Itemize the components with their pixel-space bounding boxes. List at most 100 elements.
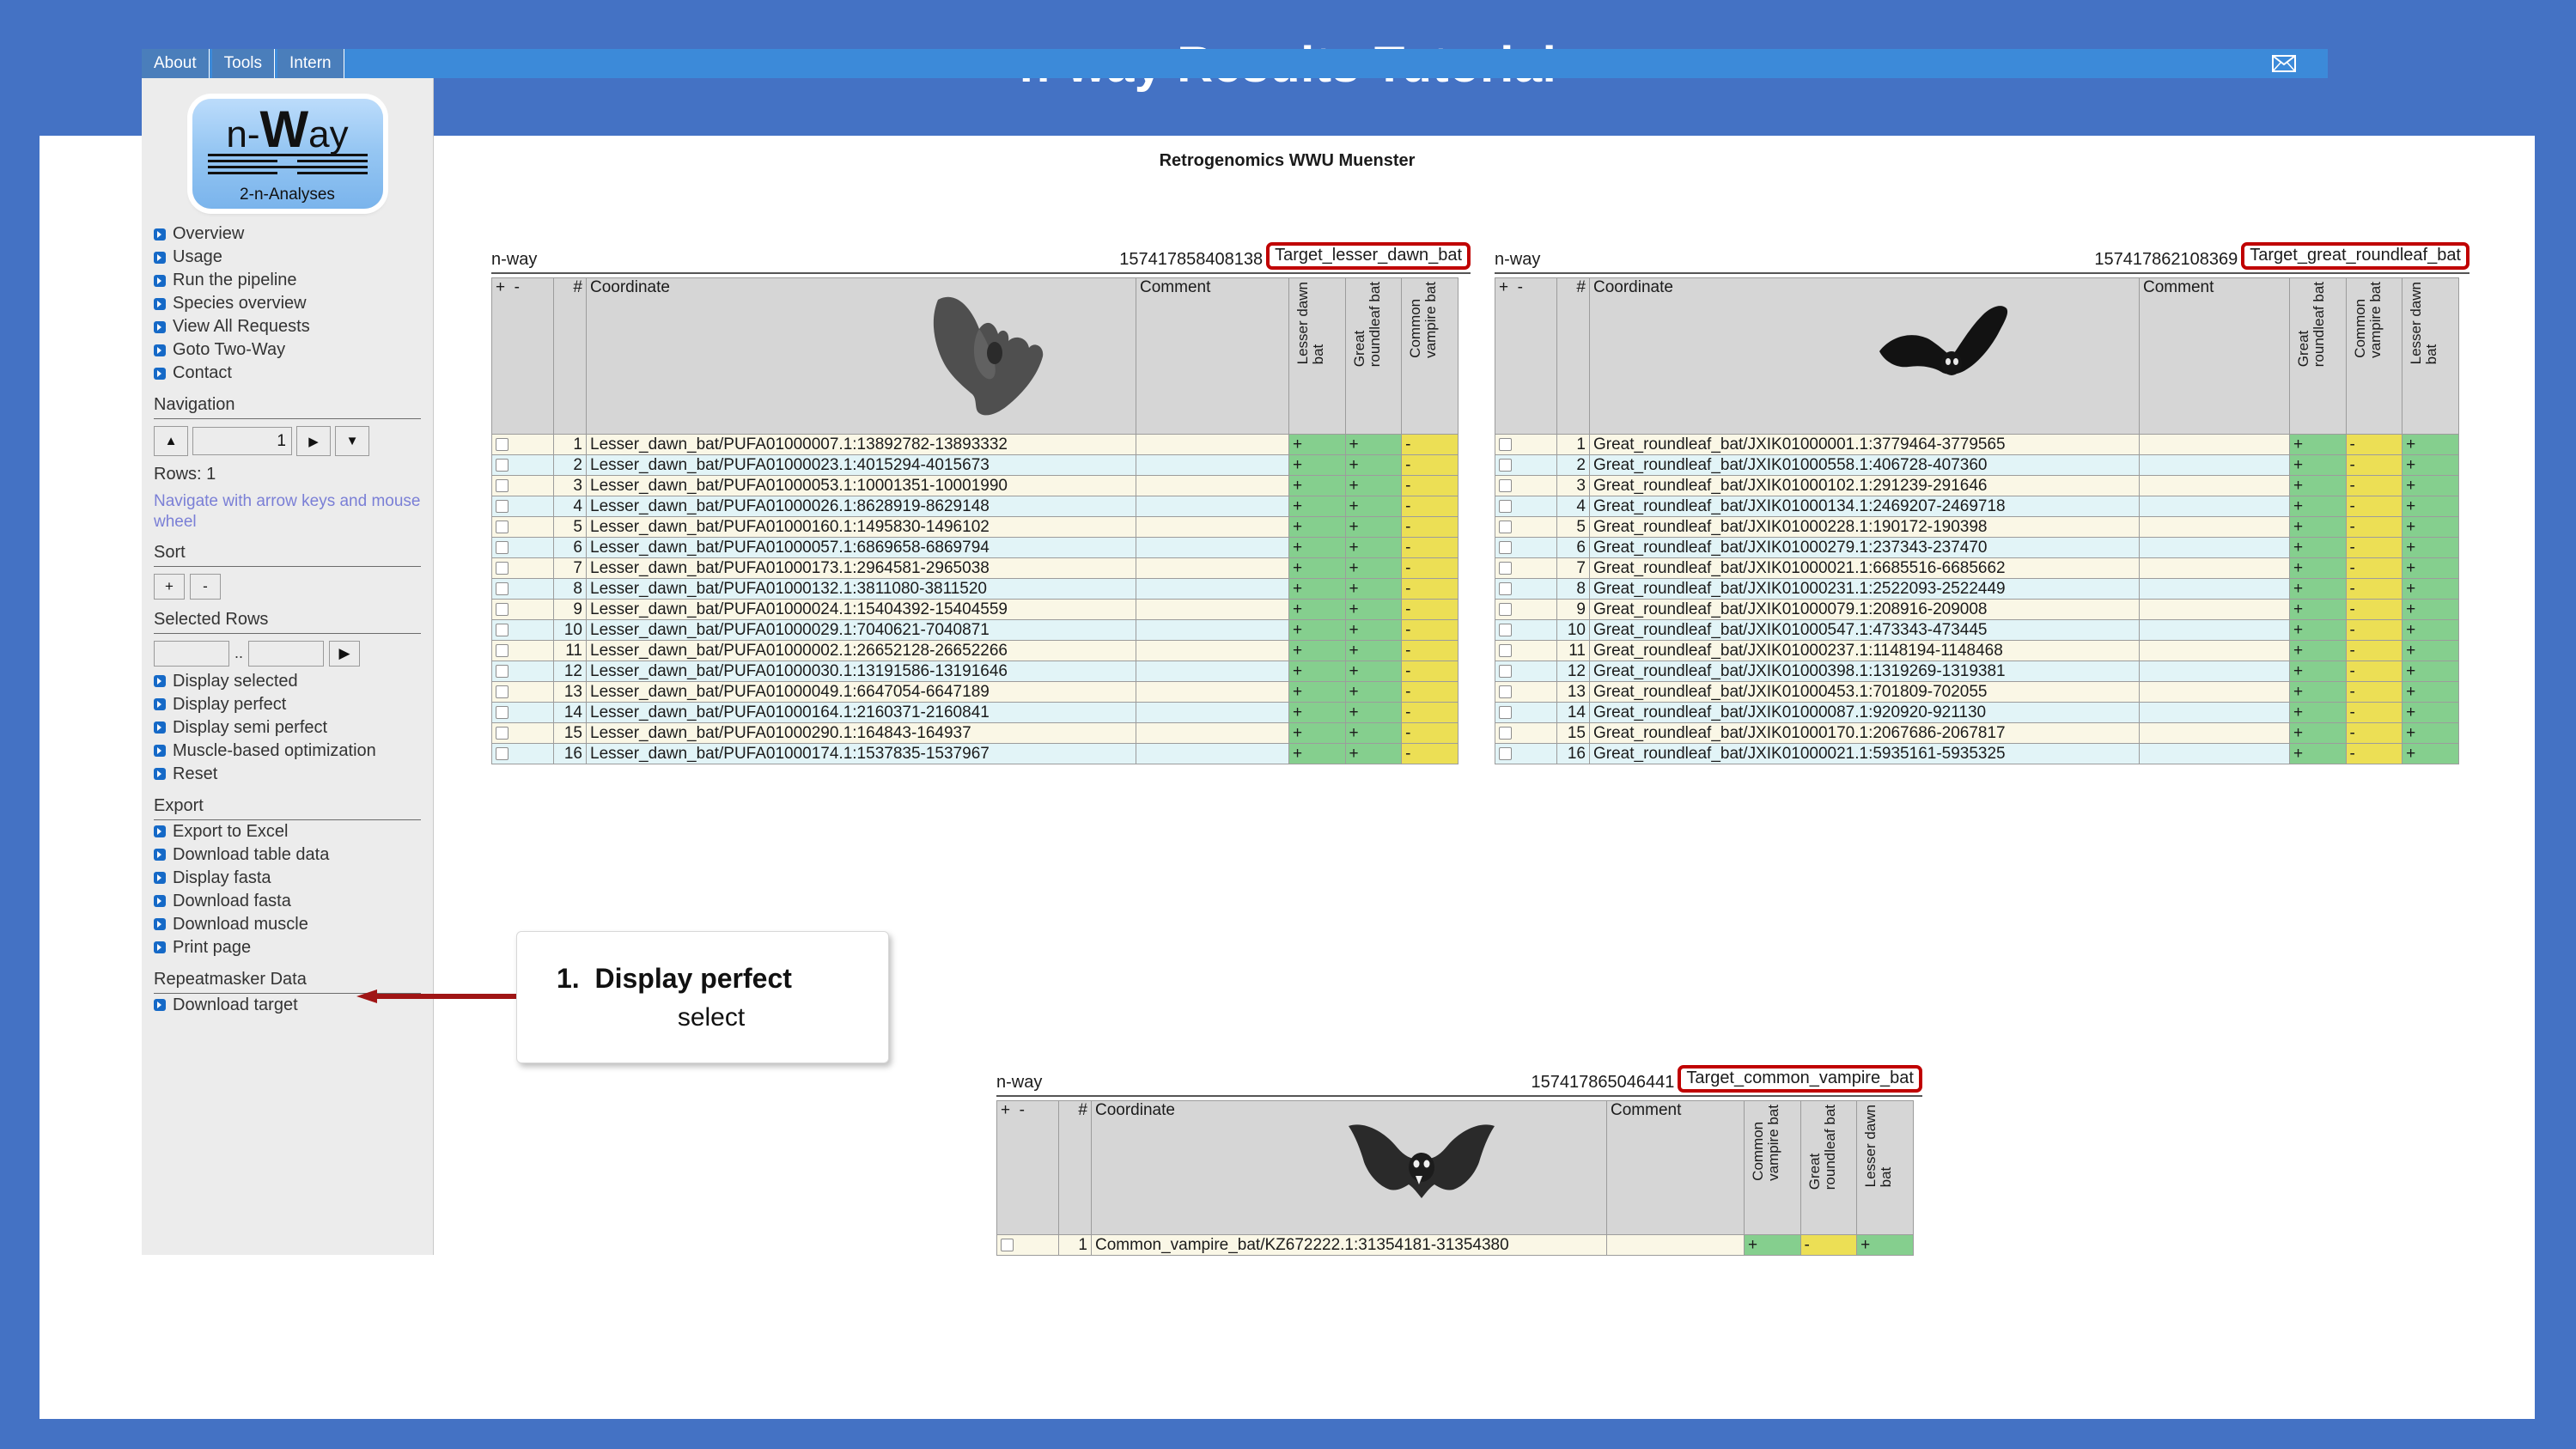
row-select-checkbox-cell[interactable] [491,681,554,703]
sidebar-item-contact[interactable]: Contact [154,362,421,385]
presence-cell[interactable]: + [2402,537,2459,558]
table-row[interactable]: 3 Lesser_dawn_bat/PUFA01000053.1:10001351… [491,475,1459,496]
comment-cell[interactable] [1606,1234,1745,1256]
comment-cell[interactable] [2139,454,2290,476]
comment-cell[interactable] [1136,434,1289,455]
row-select-checkbox[interactable] [496,499,509,513]
coordinate-cell[interactable]: Lesser_dawn_bat/PUFA01000160.1:1495830-1… [586,516,1136,538]
row-select-checkbox[interactable] [496,746,509,760]
table-row[interactable]: 5 Lesser_dawn_bat/PUFA01000160.1:1495830-… [491,516,1459,538]
comment-cell[interactable] [1136,475,1289,496]
sidebar-item-species-overview[interactable]: Species overview [154,292,421,315]
presence-cell[interactable]: + [1288,475,1346,496]
coordinate-cell[interactable]: Lesser_dawn_bat/PUFA01000030.1:13191586-… [586,661,1136,682]
presence-cell[interactable]: + [1344,681,1403,703]
row-select-checkbox[interactable] [1499,520,1512,533]
table-row[interactable]: 3 Great_roundleaf_bat/JXIK01000102.1:2912… [1495,475,2459,496]
presence-cell[interactable]: + [2402,681,2459,703]
table-row[interactable]: 6 Great_roundleaf_bat/JXIK01000279.1:2373… [1495,537,2459,558]
header-species-2[interactable]: Common vampire bat [2345,277,2403,435]
comment-cell[interactable] [2139,722,2290,744]
header-coordinate[interactable]: Coordinate [1091,1100,1607,1235]
coordinate-cell[interactable]: Great_roundleaf_bat/JXIK01000079.1:20891… [1589,599,2140,620]
row-select-checkbox-cell[interactable] [491,578,554,600]
row-select-checkbox[interactable] [1499,643,1512,657]
header-species-3[interactable]: Common vampire bat [1401,277,1459,435]
presence-cell[interactable]: + [1344,578,1403,600]
row-select-checkbox[interactable] [496,437,509,451]
presence-cell[interactable]: + [1288,496,1346,517]
presence-cell[interactable]: - [2345,434,2403,455]
coordinate-cell[interactable]: Lesser_dawn_bat/PUFA01000164.1:2160371-2… [586,702,1136,723]
sidebar-item-display-fasta[interactable]: Display fasta [154,867,421,890]
presence-cell[interactable]: + [2402,434,2459,455]
nav-go-button[interactable]: ▶ [296,426,331,456]
table-row[interactable]: 10 Lesser_dawn_bat/PUFA01000029.1:7040621… [491,619,1459,641]
header-plus-minus[interactable]: + - [996,1100,1059,1235]
presence-cell[interactable]: + [2289,537,2347,558]
presence-cell[interactable]: + [2289,681,2347,703]
nav-item-intern[interactable]: Intern [277,49,344,78]
comment-cell[interactable] [1136,681,1289,703]
presence-cell[interactable]: + [2289,661,2347,682]
presence-cell[interactable]: - [2345,661,2403,682]
row-select-checkbox-cell[interactable] [1495,681,1557,703]
sidebar-item-display-semi-perfect[interactable]: Display semi perfect [154,716,421,740]
presence-cell[interactable]: - [2345,516,2403,538]
coordinate-cell[interactable]: Great_roundleaf_bat/JXIK01000398.1:13192… [1589,661,2140,682]
header-species-2[interactable]: Great roundleaf bat [1344,277,1403,435]
row-select-checkbox-cell[interactable] [491,599,554,620]
presence-cell[interactable]: - [1401,578,1459,600]
sidebar-item-reset[interactable]: Reset [154,763,421,786]
coordinate-cell[interactable]: Great_roundleaf_bat/JXIK01000134.1:24692… [1589,496,2140,517]
row-select-checkbox-cell[interactable] [1495,722,1557,744]
presence-cell[interactable]: - [1401,640,1459,661]
row-select-checkbox[interactable] [496,520,509,533]
presence-cell[interactable]: + [1288,557,1346,579]
coordinate-cell[interactable]: Lesser_dawn_bat/PUFA01000023.1:4015294-4… [586,454,1136,476]
table-row[interactable]: 13 Great_roundleaf_bat/JXIK01000453.1:701… [1495,681,2459,703]
row-select-checkbox-cell[interactable] [491,434,554,455]
presence-cell[interactable]: - [2345,640,2403,661]
coordinate-cell[interactable]: Lesser_dawn_bat/PUFA01000132.1:3811080-3… [586,578,1136,600]
presence-cell[interactable]: - [1401,743,1459,764]
header-species-2[interactable]: Great roundleaf bat [1800,1100,1858,1235]
presence-cell[interactable]: + [2402,578,2459,600]
row-select-checkbox[interactable] [1499,602,1512,616]
coordinate-cell[interactable]: Lesser_dawn_bat/PUFA01000057.1:6869658-6… [586,537,1136,558]
row-select-checkbox-cell[interactable] [1495,743,1557,764]
presence-cell[interactable]: + [2289,496,2347,517]
coordinate-cell[interactable]: Great_roundleaf_bat/JXIK01000231.1:25220… [1589,578,2140,600]
sidebar-item-usage[interactable]: Usage [154,246,421,269]
presence-cell[interactable]: + [2289,475,2347,496]
coordinate-cell[interactable]: Lesser_dawn_bat/PUFA01000174.1:1537835-1… [586,743,1136,764]
header-species-1[interactable]: Lesser dawn bat [1288,277,1346,435]
presence-cell[interactable]: - [1401,722,1459,744]
table-row[interactable]: 15 Great_roundleaf_bat/JXIK01000170.1:206… [1495,722,2459,744]
row-select-checkbox-cell[interactable] [1495,537,1557,558]
comment-cell[interactable] [1136,454,1289,476]
sidebar-item-display-selected[interactable]: Display selected [154,670,421,693]
table-row[interactable]: 12 Great_roundleaf_bat/JXIK01000398.1:131… [1495,661,2459,682]
presence-cell[interactable]: + [2289,516,2347,538]
row-select-checkbox[interactable] [1499,437,1512,451]
nav-up-button[interactable]: ▲ [154,426,188,456]
row-select-checkbox[interactable] [496,581,509,595]
coordinate-cell[interactable]: Great_roundleaf_bat/JXIK01000021.1:66855… [1589,557,2140,579]
comment-cell[interactable] [2139,702,2290,723]
selected-rows-to-input[interactable] [248,640,325,667]
row-select-checkbox-cell[interactable] [1495,557,1557,579]
presence-cell[interactable]: + [2402,640,2459,661]
table-row[interactable]: 16 Great_roundleaf_bat/JXIK01000021.1:593… [1495,743,2459,764]
row-select-checkbox-cell[interactable] [491,537,554,558]
presence-cell[interactable]: + [2289,578,2347,600]
coordinate-cell[interactable]: Lesser_dawn_bat/PUFA01000026.1:8628919-8… [586,496,1136,517]
row-select-checkbox-cell[interactable] [1495,454,1557,476]
comment-cell[interactable] [2139,681,2290,703]
presence-cell[interactable]: + [2289,702,2347,723]
row-select-checkbox-cell[interactable] [1495,434,1557,455]
presence-cell[interactable]: + [2289,599,2347,620]
row-select-checkbox[interactable] [1499,458,1512,472]
presence-cell[interactable]: + [2402,599,2459,620]
table-row[interactable]: 4 Great_roundleaf_bat/JXIK01000134.1:2469… [1495,496,2459,517]
